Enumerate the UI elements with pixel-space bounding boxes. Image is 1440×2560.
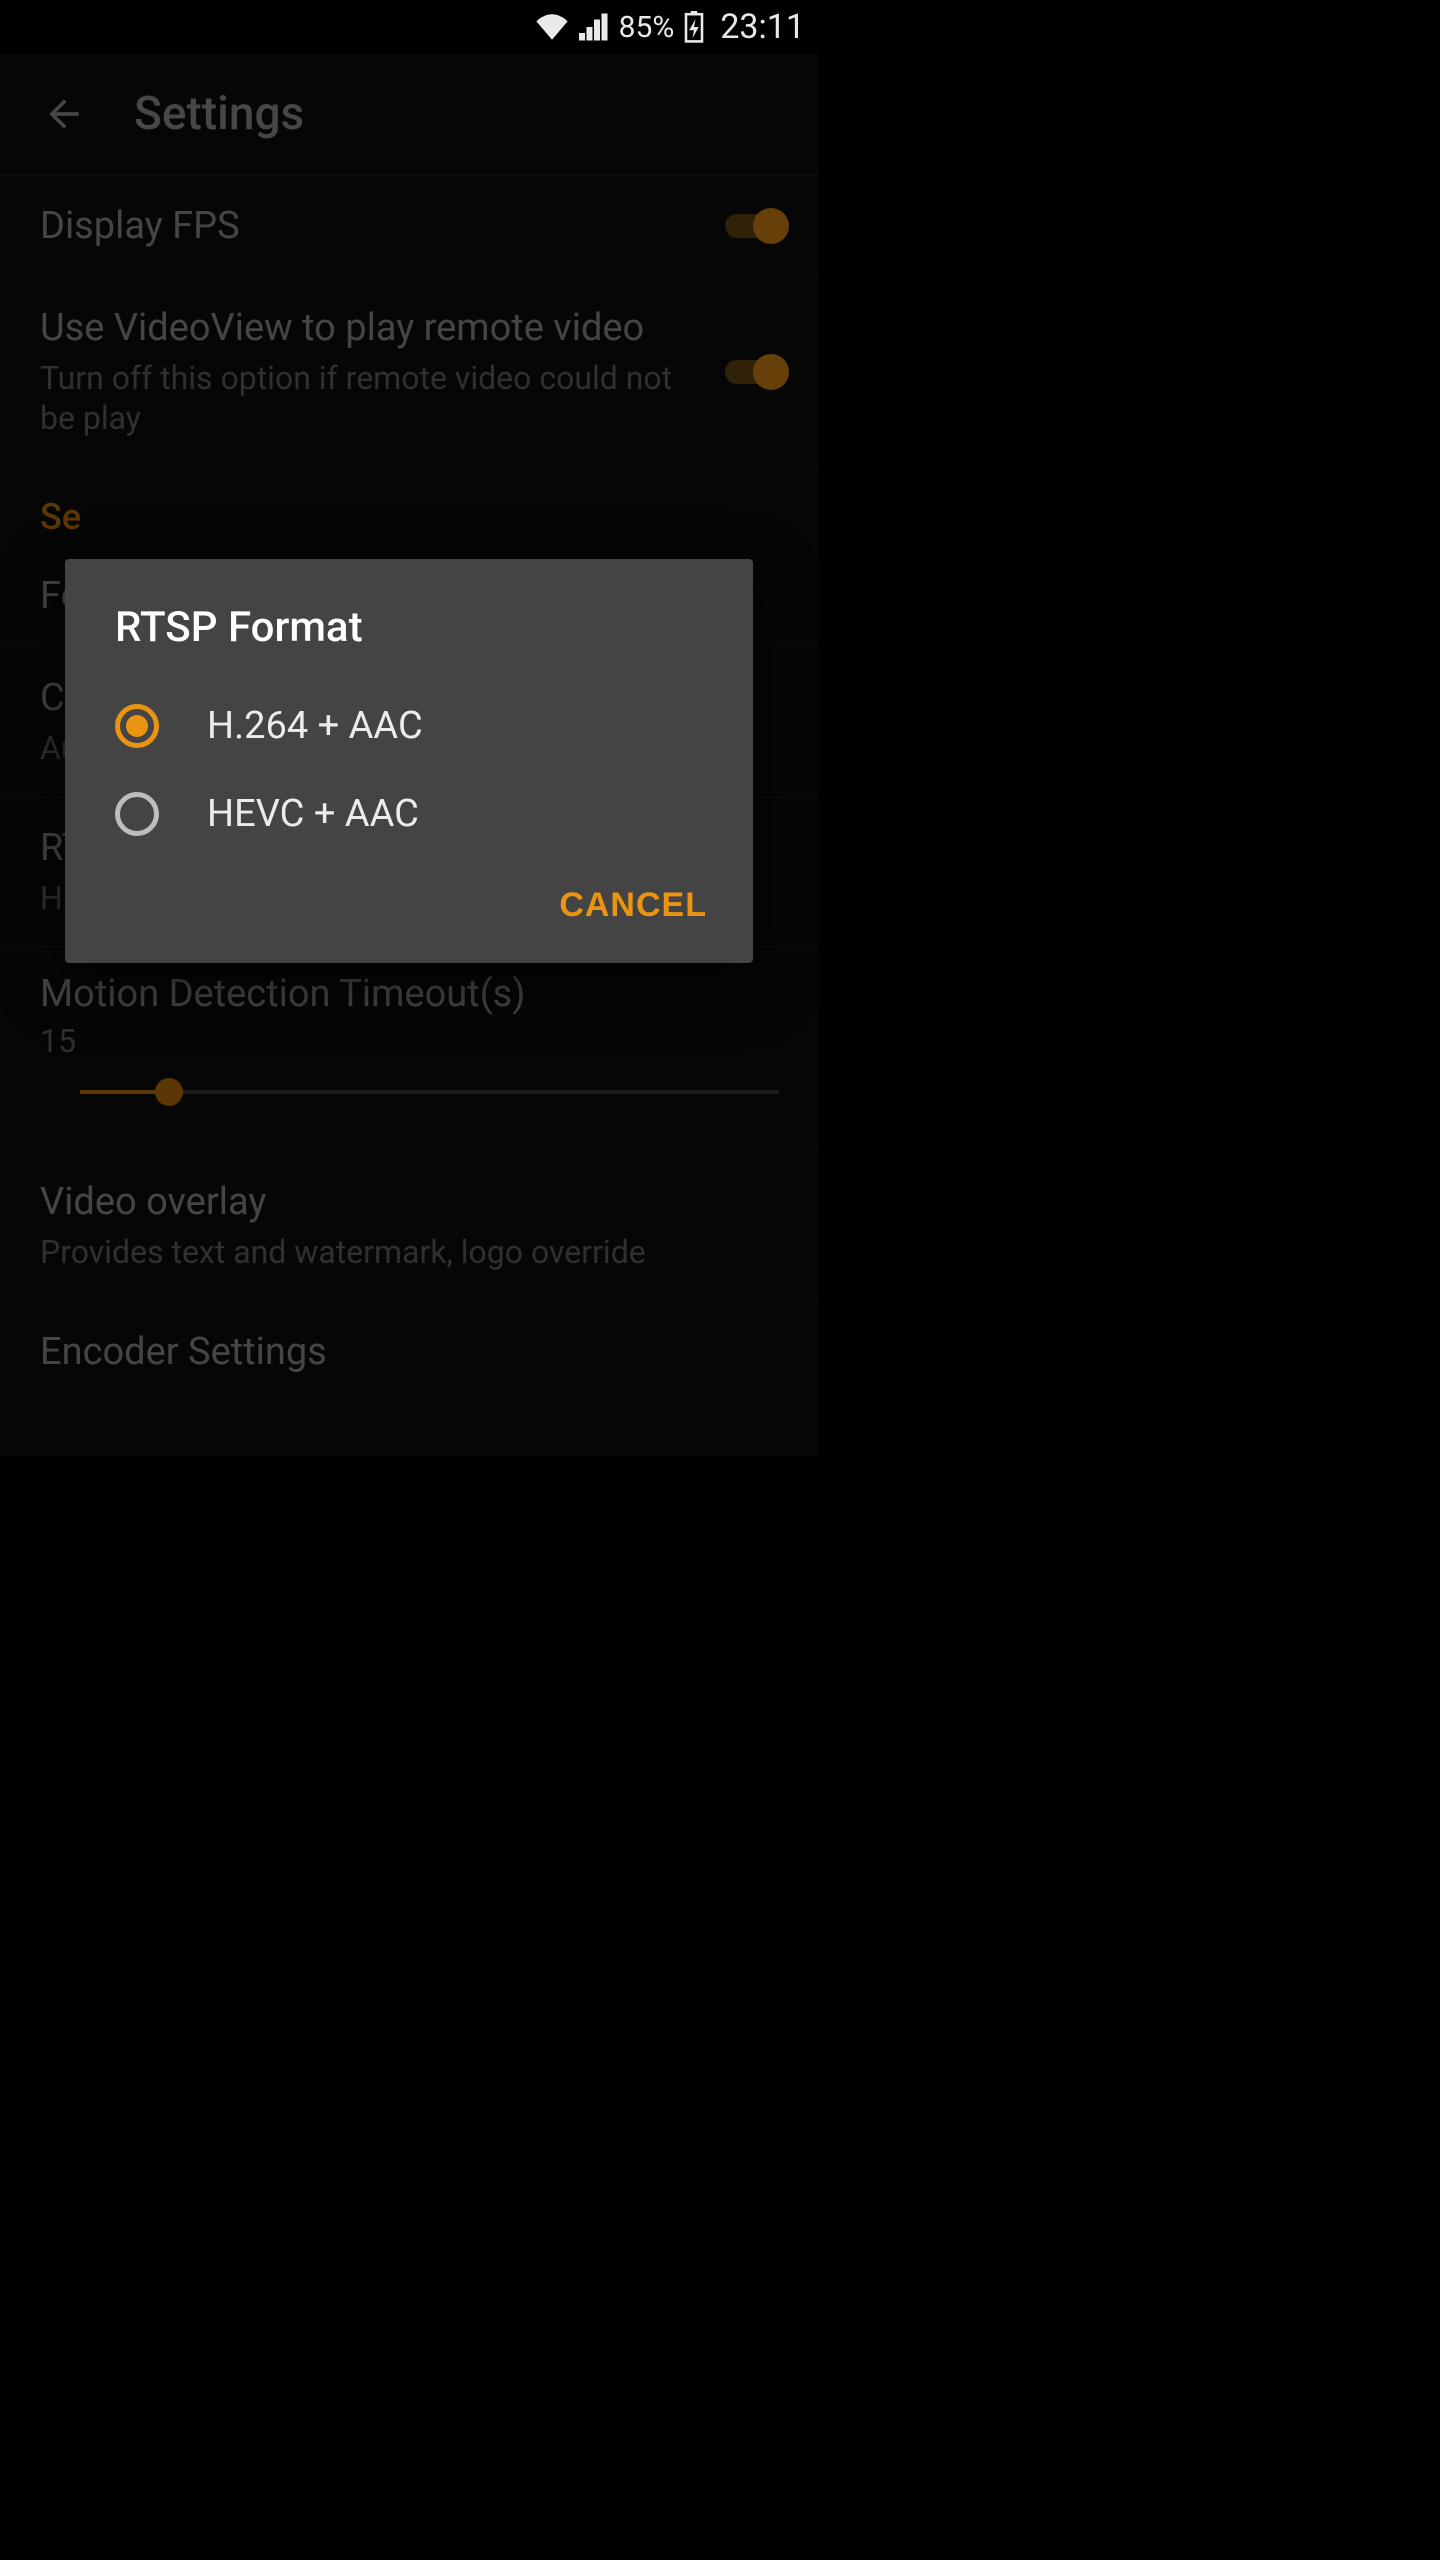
dialog-actions: CANCEL [65,858,753,955]
dialog-option-label: H.264 + AAC [207,704,423,748]
radio-unchecked-icon [115,792,159,836]
battery-percent-text: 85% [619,10,675,45]
radio-checked-icon [115,704,159,748]
dialog-option-label: HEVC + AAC [207,792,419,836]
clock-text: 23:11 [720,7,805,47]
dialog-title: RTSP Format [65,559,753,682]
signal-icon [579,13,609,41]
battery-charging-icon [684,11,704,43]
wifi-icon [535,13,569,41]
status-bar: 85% 23:11 [0,0,819,54]
dialog-option-h264[interactable]: H.264 + AAC [65,682,753,770]
settings-page: Settings Display FPS Use VideoView to pl… [0,54,819,1456]
rtsp-format-dialog: RTSP Format H.264 + AAC HEVC + AAC CANCE… [65,559,753,963]
dialog-option-hevc[interactable]: HEVC + AAC [65,770,753,858]
cancel-button[interactable]: CANCEL [559,886,707,925]
